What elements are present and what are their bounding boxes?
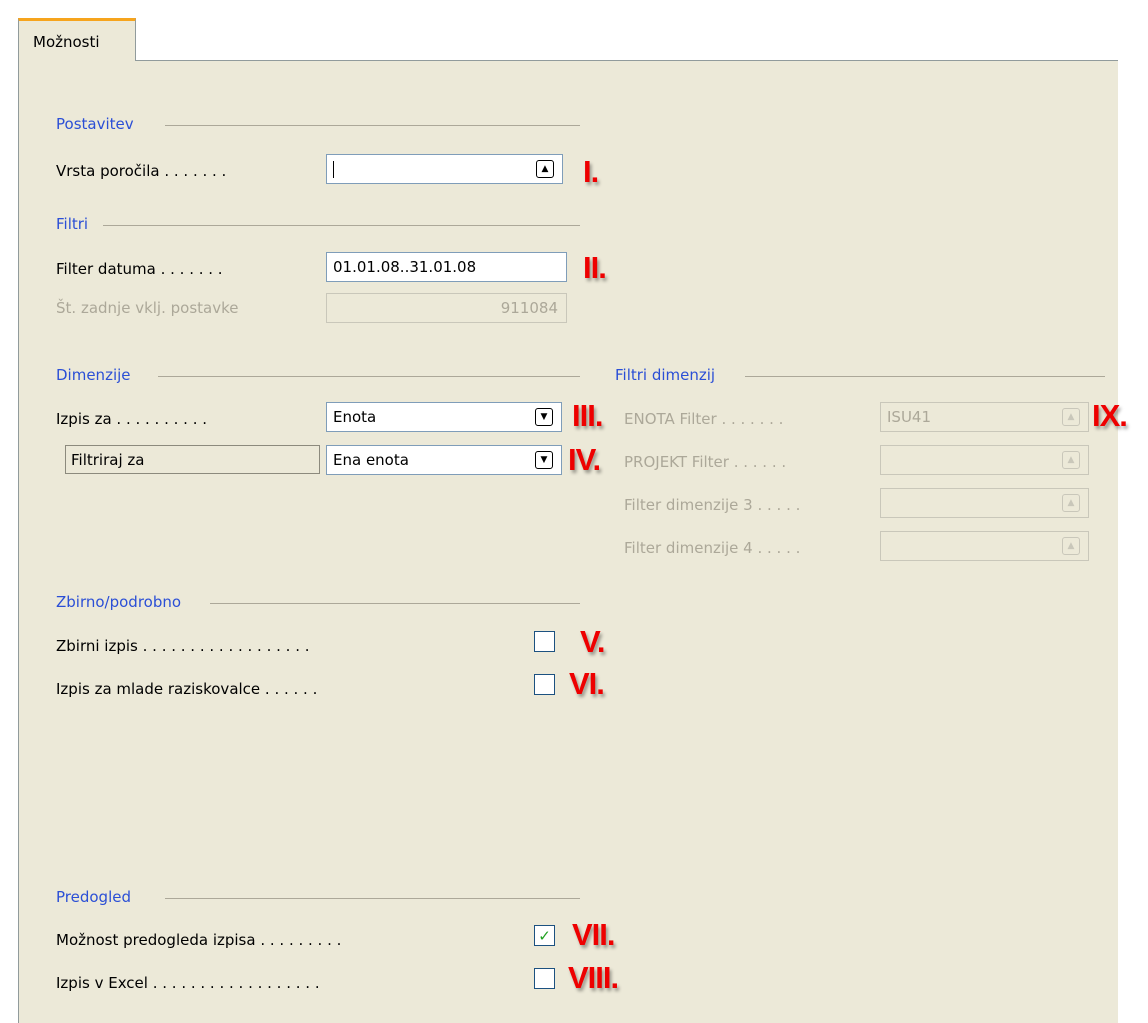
lookup-icon[interactable]: ▲ xyxy=(536,160,554,178)
projekt-filter-label: PROJEKT Filter . . . . . . xyxy=(624,453,787,471)
annotation-vii: VII. xyxy=(572,917,616,952)
annotation-vi: VI. xyxy=(569,666,605,701)
izpis-za-select[interactable]: Enota ▼ xyxy=(326,402,562,432)
filter-datuma-value: 01.01.08..31.01.08 xyxy=(333,258,477,276)
section-divider xyxy=(165,898,580,899)
enota-filter-value: ISU41 xyxy=(887,408,932,426)
filtriraj-za-label-box: Filtriraj za xyxy=(65,445,320,474)
predogled-checkbox[interactable]: ✓ xyxy=(534,925,555,946)
tab-moznosti[interactable]: Možnosti xyxy=(18,18,136,61)
section-title-filtri-dimenzij: Filtri dimenzij xyxy=(615,366,716,384)
filter-dim3-label: Filter dimenzije 3 . . . . . xyxy=(624,496,801,514)
tab-label: Možnosti xyxy=(33,33,100,51)
filtriraj-za-select[interactable]: Ena enota ▼ xyxy=(326,445,562,475)
st-zadnje-value: 911084 xyxy=(500,299,558,317)
dropdown-icon[interactable]: ▼ xyxy=(535,408,553,426)
section-divider xyxy=(165,125,580,126)
filter-dim3-input: ▲ xyxy=(880,488,1089,518)
checkmark-icon: ✓ xyxy=(538,926,551,945)
annotation-i: I. xyxy=(583,154,599,189)
annotation-iv: IV. xyxy=(568,442,601,477)
annotation-viii: VIII. xyxy=(568,960,619,995)
section-divider xyxy=(745,376,1105,377)
lookup-icon: ▲ xyxy=(1062,451,1080,469)
lookup-icon: ▲ xyxy=(1062,537,1080,555)
mladi-label: Izpis za mlade raziskovalce . . . . . . xyxy=(56,680,318,698)
text-cursor xyxy=(333,161,334,178)
filter-dim4-label: Filter dimenzije 4 . . . . . xyxy=(624,539,801,557)
annotation-ix: IX. xyxy=(1092,398,1128,433)
zbirni-izpis-label: Zbirni izpis . . . . . . . . . . . . . .… xyxy=(56,637,310,655)
izpis-za-value: Enota xyxy=(333,408,377,426)
excel-checkbox[interactable] xyxy=(534,968,555,989)
enota-filter-label: ENOTA Filter . . . . . . . xyxy=(624,410,784,428)
excel-label: Izpis v Excel . . . . . . . . . . . . . … xyxy=(56,974,320,992)
izpis-za-label: Izpis za . . . . . . . . . . xyxy=(56,410,207,428)
vrsta-porocila-input[interactable]: ▲ xyxy=(326,154,563,184)
lookup-icon: ▲ xyxy=(1062,408,1080,426)
st-zadnje-input: 911084 xyxy=(326,293,567,323)
enota-filter-input: ISU41 ▲ xyxy=(880,402,1089,432)
section-divider xyxy=(103,225,580,226)
filter-datuma-label: Filter datuma . . . . . . . xyxy=(56,260,223,278)
annotation-v: V. xyxy=(580,624,605,659)
zbirni-izpis-checkbox[interactable] xyxy=(534,631,555,652)
section-divider xyxy=(158,376,580,377)
section-title-dimenzije: Dimenzije xyxy=(56,366,131,384)
annotation-iii: III. xyxy=(572,398,603,433)
section-title-zbirno: Zbirno/podrobno xyxy=(56,593,182,611)
section-title-postavitev: Postavitev xyxy=(56,115,134,133)
st-zadnje-label: Št. zadnje vklj. postavke xyxy=(56,299,239,317)
tab-strip: Možnosti xyxy=(0,0,1148,62)
section-title-filtri: Filtri xyxy=(56,215,89,233)
section-divider xyxy=(210,603,580,604)
vrsta-porocila-label: Vrsta poročila . . . . . . . xyxy=(56,162,227,180)
filter-datuma-input[interactable]: 01.01.08..31.01.08 xyxy=(326,252,567,282)
dropdown-icon[interactable]: ▼ xyxy=(535,451,553,469)
annotation-ii: II. xyxy=(583,250,607,285)
lookup-icon: ▲ xyxy=(1062,494,1080,512)
predogled-label: Možnost predogleda izpisa . . . . . . . … xyxy=(56,931,342,949)
filtriraj-za-value: Ena enota xyxy=(333,451,409,469)
filtriraj-za-label: Filtriraj za xyxy=(71,451,145,469)
projekt-filter-input: ▲ xyxy=(880,445,1089,475)
filter-dim4-input: ▲ xyxy=(880,531,1089,561)
mladi-checkbox[interactable] xyxy=(534,674,555,695)
section-title-predogled: Predogled xyxy=(56,888,131,906)
